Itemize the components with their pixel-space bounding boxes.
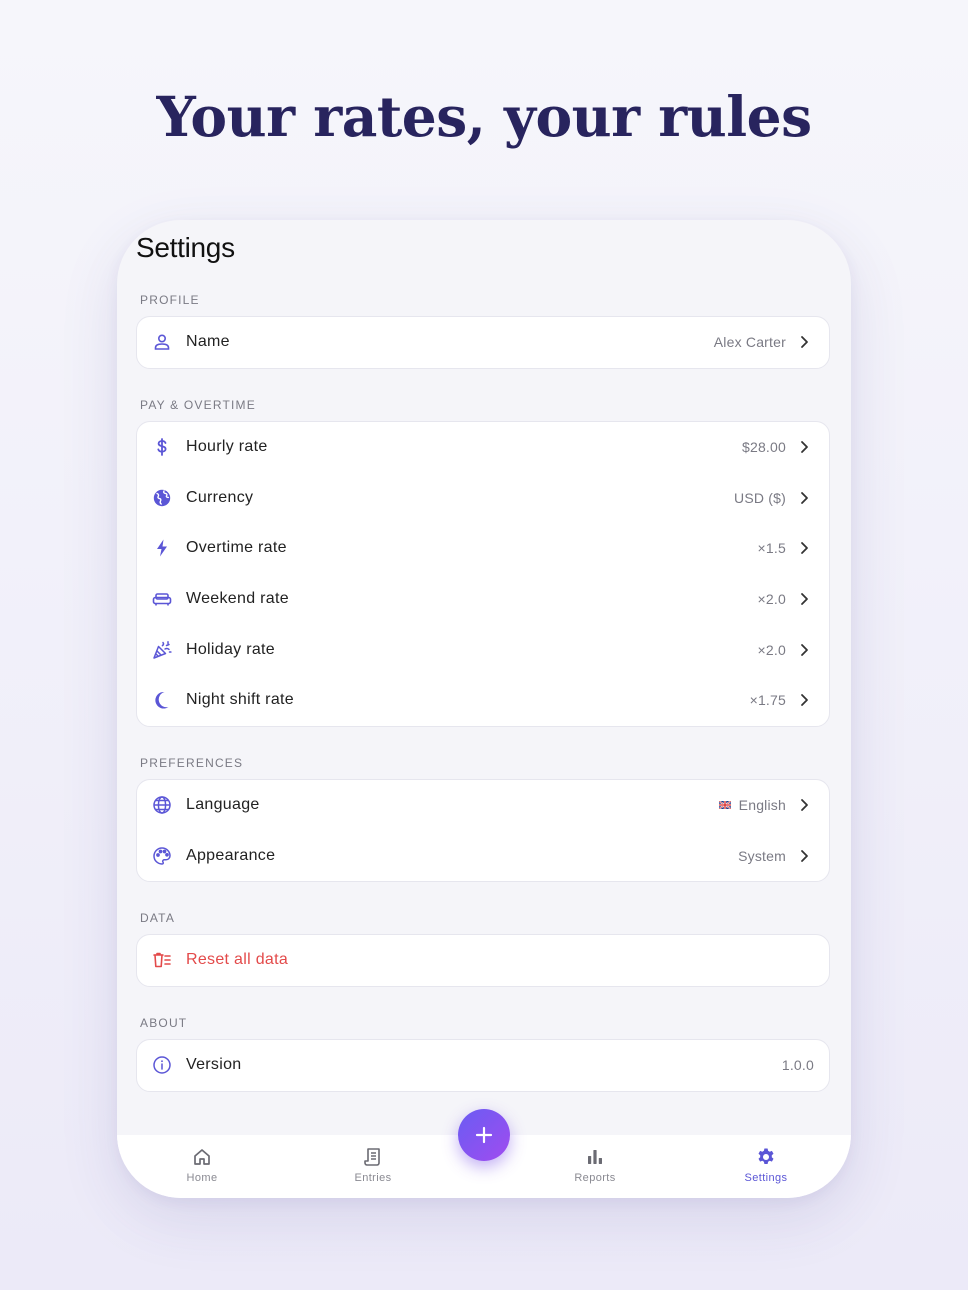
night-shift-rate-row[interactable]: Night shift rate ×1.75 bbox=[137, 675, 829, 726]
language-row[interactable]: Language English bbox=[137, 780, 829, 831]
name-value: Alex Carter bbox=[713, 334, 786, 351]
page-title: Settings bbox=[136, 232, 235, 263]
appearance-value: System bbox=[738, 847, 786, 864]
section-label-about: ABOUT bbox=[140, 1016, 188, 1030]
preferences-card: Language English Appearance System bbox=[136, 779, 830, 883]
chevron-right-icon bbox=[801, 542, 808, 555]
chevron-right-icon bbox=[801, 491, 808, 504]
tab-reports-label: Reports bbox=[574, 1172, 616, 1184]
hourly-rate-row[interactable]: Hourly rate $28.00 bbox=[137, 422, 829, 473]
dollar-icon bbox=[152, 437, 172, 457]
holiday-rate-value: ×2.0 bbox=[757, 641, 786, 658]
info-icon bbox=[152, 1055, 172, 1075]
add-entry-button[interactable] bbox=[458, 1109, 510, 1161]
section-label-preferences: PREFERENCES bbox=[140, 756, 244, 770]
name-label: Name bbox=[186, 333, 230, 351]
currency-value: USD ($) bbox=[734, 489, 786, 506]
hourly-rate-value: $28.00 bbox=[741, 439, 786, 456]
sofa-icon bbox=[152, 589, 172, 609]
party-popper-icon bbox=[152, 640, 172, 660]
chevron-right-icon bbox=[801, 643, 808, 656]
section-label-pay: PAY & OVERTIME bbox=[140, 398, 256, 412]
pay-card: Hourly rate $28.00 Currency USD ($) Over… bbox=[136, 421, 830, 727]
appearance-row[interactable]: Appearance System bbox=[137, 831, 829, 882]
globe-americas-icon bbox=[152, 488, 172, 508]
moon-icon bbox=[152, 690, 172, 710]
currency-label: Currency bbox=[186, 488, 254, 506]
holiday-rate-label: Holiday rate bbox=[186, 640, 275, 658]
chevron-right-icon bbox=[801, 593, 808, 605]
weekend-rate-value: ×2.0 bbox=[757, 591, 786, 608]
holiday-rate-row[interactable]: Holiday rate ×2.0 bbox=[137, 624, 829, 675]
device-frame: Settings PROFILE Name Alex Carter PAY & … bbox=[117, 220, 851, 1198]
trash-icon bbox=[152, 950, 172, 970]
currency-row[interactable]: Currency USD ($) bbox=[137, 473, 829, 524]
version-label: Version bbox=[186, 1056, 242, 1074]
reset-all-data-label: Reset all data bbox=[186, 951, 289, 969]
tab-settings[interactable]: Settings bbox=[721, 1147, 811, 1184]
home-icon bbox=[194, 1149, 210, 1165]
receipt-icon bbox=[364, 1148, 380, 1166]
profile-card: Name Alex Carter bbox=[136, 316, 830, 369]
section-label-data: DATA bbox=[140, 911, 176, 925]
language-value: English bbox=[738, 797, 786, 814]
chevron-right-icon bbox=[801, 336, 808, 349]
tab-entries[interactable]: Entries bbox=[328, 1147, 418, 1184]
night-shift-rate-value: ×1.75 bbox=[749, 692, 786, 709]
chevron-right-icon bbox=[801, 441, 808, 454]
plus-icon bbox=[475, 1126, 493, 1144]
tab-home[interactable]: Home bbox=[157, 1147, 247, 1184]
palette-icon bbox=[152, 846, 172, 866]
lightning-icon bbox=[152, 538, 172, 558]
version-value: 1.0.0 bbox=[781, 1057, 814, 1074]
gear-icon bbox=[758, 1148, 774, 1164]
section-label-profile: PROFILE bbox=[140, 293, 200, 307]
language-value-group: English bbox=[718, 797, 786, 814]
chevron-right-icon bbox=[801, 694, 808, 707]
person-icon bbox=[152, 332, 172, 352]
hourly-rate-label: Hourly rate bbox=[186, 438, 268, 456]
chevron-right-icon bbox=[801, 799, 808, 812]
weekend-rate-label: Weekend rate bbox=[186, 590, 289, 608]
weekend-rate-row[interactable]: Weekend rate ×2.0 bbox=[137, 574, 829, 625]
tab-settings-label: Settings bbox=[744, 1172, 788, 1184]
night-shift-rate-label: Night shift rate bbox=[186, 691, 294, 709]
globe-icon bbox=[152, 795, 172, 815]
overtime-rate-row[interactable]: Overtime rate ×1.5 bbox=[137, 523, 829, 574]
marketing-headline: Your rates, your rules bbox=[156, 84, 812, 149]
tab-reports[interactable]: Reports bbox=[550, 1147, 640, 1184]
overtime-rate-value: ×1.5 bbox=[757, 540, 786, 557]
language-label: Language bbox=[186, 796, 260, 814]
tab-entries-label: Entries bbox=[354, 1172, 392, 1184]
overtime-rate-label: Overtime rate bbox=[186, 539, 287, 557]
appearance-label: Appearance bbox=[186, 846, 276, 864]
uk-flag-icon bbox=[718, 801, 731, 810]
reset-all-data-button[interactable]: Reset all data bbox=[137, 935, 829, 986]
bar-chart-icon bbox=[588, 1150, 602, 1164]
tab-home-label: Home bbox=[186, 1172, 218, 1184]
about-card: Version 1.0.0 bbox=[136, 1039, 830, 1092]
name-row[interactable]: Name Alex Carter bbox=[137, 317, 829, 368]
version-row: Version 1.0.0 bbox=[137, 1040, 829, 1091]
data-card: Reset all data bbox=[136, 934, 830, 987]
chevron-right-icon bbox=[801, 849, 808, 862]
